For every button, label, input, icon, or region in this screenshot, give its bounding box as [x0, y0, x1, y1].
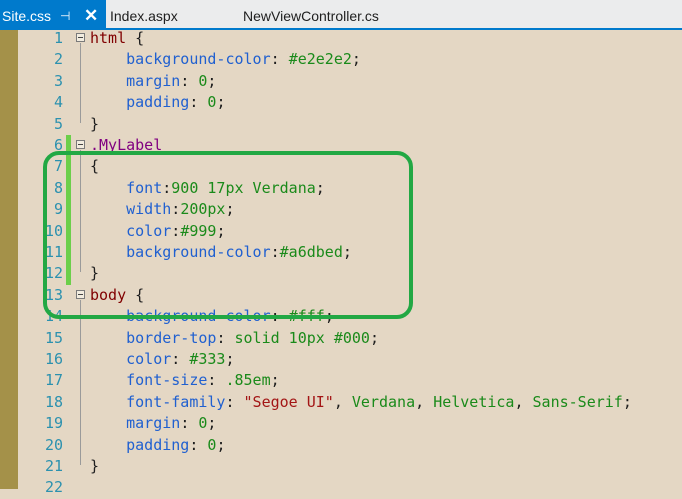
- code-text: html {: [90, 28, 144, 49]
- code-token: ;: [351, 50, 361, 69]
- collapse-toggle-icon[interactable]: [76, 33, 85, 42]
- code-text: }: [90, 114, 99, 135]
- code-token: :: [180, 414, 199, 433]
- line-number: 15: [44, 328, 63, 347]
- code-line[interactable]: 20 padding: 0;: [0, 435, 682, 456]
- code-token: ;: [369, 328, 379, 347]
- code-token: :: [189, 435, 208, 454]
- code-token: ,: [514, 392, 533, 411]
- code-editor[interactable]: 1 html {2 background-color: #e2e2e2; 3 mar…: [0, 28, 682, 496]
- line-number: 5: [53, 114, 63, 133]
- code-token: "Segoe UI": [243, 392, 334, 411]
- code-line[interactable]: 3 margin: 0;: [0, 71, 682, 92]
- line-number: 17: [44, 371, 63, 390]
- code-token: font-family: [90, 392, 226, 411]
- code-token: background-color: [90, 50, 271, 69]
- code-line[interactable]: 22: [0, 477, 682, 498]
- code-token: :: [171, 350, 190, 368]
- code-line[interactable]: 4 padding: 0;: [0, 92, 682, 113]
- code-text: }: [90, 456, 99, 477]
- code-token: padding: [90, 93, 190, 112]
- fold-guide-line: [80, 43, 81, 123]
- line-number: 2: [53, 50, 63, 69]
- code-text: font-size: .85em;: [90, 370, 280, 391]
- tab-label: Index.aspx: [110, 8, 178, 24]
- code-token: :: [216, 328, 235, 347]
- tab-newviewcontroller-cs[interactable]: NewViewController.cs: [243, 0, 379, 28]
- line-number: 19: [44, 414, 63, 433]
- code-token: :: [189, 93, 208, 112]
- tab-site-css[interactable]: Site.css ⊣ ✕: [0, 0, 106, 28]
- code-token: }: [90, 114, 100, 133]
- code-token: Sans-Serif: [532, 392, 623, 411]
- code-token: Helvetica: [433, 392, 515, 411]
- line-number: 22: [44, 478, 63, 497]
- code-line[interactable]: 2 background-color: #e2e2e2;: [0, 49, 682, 70]
- line-number: 21: [44, 457, 63, 475]
- line-number: 3: [53, 71, 63, 90]
- code-token: :: [225, 392, 244, 411]
- code-token: :: [270, 50, 289, 69]
- code-token: ;: [207, 414, 217, 433]
- document-tab-bar: Site.css ⊣ ✕ Index.aspx NewViewControlle…: [0, 0, 682, 30]
- code-line[interactable]: 18 font-family: "Segoe UI", Verdana, Hel…: [0, 392, 682, 413]
- fold-guide-line: [80, 299, 81, 465]
- code-token: .85em: [225, 371, 271, 390]
- code-token: ;: [270, 371, 280, 390]
- code-token: html: [90, 29, 127, 47]
- code-text: border-top: solid 10px #000;: [90, 328, 379, 349]
- code-text: background-color: #e2e2e2;: [90, 49, 361, 70]
- tab-index-aspx[interactable]: Index.aspx: [110, 0, 178, 28]
- line-number: 16: [44, 350, 63, 368]
- code-token: ;: [622, 392, 632, 411]
- line-number: 4: [53, 93, 63, 112]
- code-token: solid 10px #000: [234, 328, 370, 347]
- code-text: padding: 0;: [90, 435, 225, 456]
- code-token: :: [180, 71, 199, 90]
- highlight-annotation-box: [43, 151, 413, 319]
- code-line[interactable]: 5}: [0, 114, 682, 135]
- code-token: #333: [189, 350, 226, 368]
- line-number: 1: [53, 29, 63, 47]
- code-line[interactable]: 17 font-size: .85em;: [0, 370, 682, 391]
- line-number: 20: [44, 435, 63, 454]
- code-line[interactable]: 19 margin: 0;: [0, 413, 682, 434]
- line-number: 18: [44, 392, 63, 411]
- code-token: ;: [207, 71, 217, 90]
- code-token: margin: [90, 414, 181, 433]
- code-token: ;: [216, 435, 226, 454]
- code-token: ;: [225, 350, 235, 368]
- code-line[interactable]: 1 html {: [0, 28, 682, 49]
- code-text: font-family: "Segoe UI", Verdana, Helvet…: [90, 392, 632, 413]
- code-token: {: [126, 29, 145, 47]
- code-token: color: [90, 350, 172, 368]
- code-token: :: [207, 371, 226, 390]
- code-token: ;: [216, 93, 226, 112]
- code-token: margin: [90, 71, 181, 90]
- code-token: font-size: [90, 371, 208, 390]
- collapse-toggle-icon[interactable]: [76, 140, 85, 149]
- code-text: margin: 0;: [90, 413, 216, 434]
- tab-label: NewViewController.cs: [243, 8, 379, 24]
- code-token: Verdana: [351, 392, 416, 411]
- code-token: ,: [333, 392, 352, 411]
- code-line[interactable]: 15 border-top: solid 10px #000;: [0, 328, 682, 349]
- code-token: }: [90, 457, 100, 475]
- code-text: padding: 0;: [90, 92, 225, 113]
- code-line[interactable]: 21}: [0, 456, 682, 477]
- code-token: border-top: [90, 328, 217, 347]
- code-text: margin: 0;: [90, 71, 216, 92]
- code-token: #e2e2e2: [288, 50, 352, 69]
- code-token: ,: [415, 392, 434, 411]
- code-line[interactable]: 16 color: #333;: [0, 349, 682, 370]
- code-text: color: #333;: [90, 349, 235, 370]
- code-token: padding: [90, 435, 190, 454]
